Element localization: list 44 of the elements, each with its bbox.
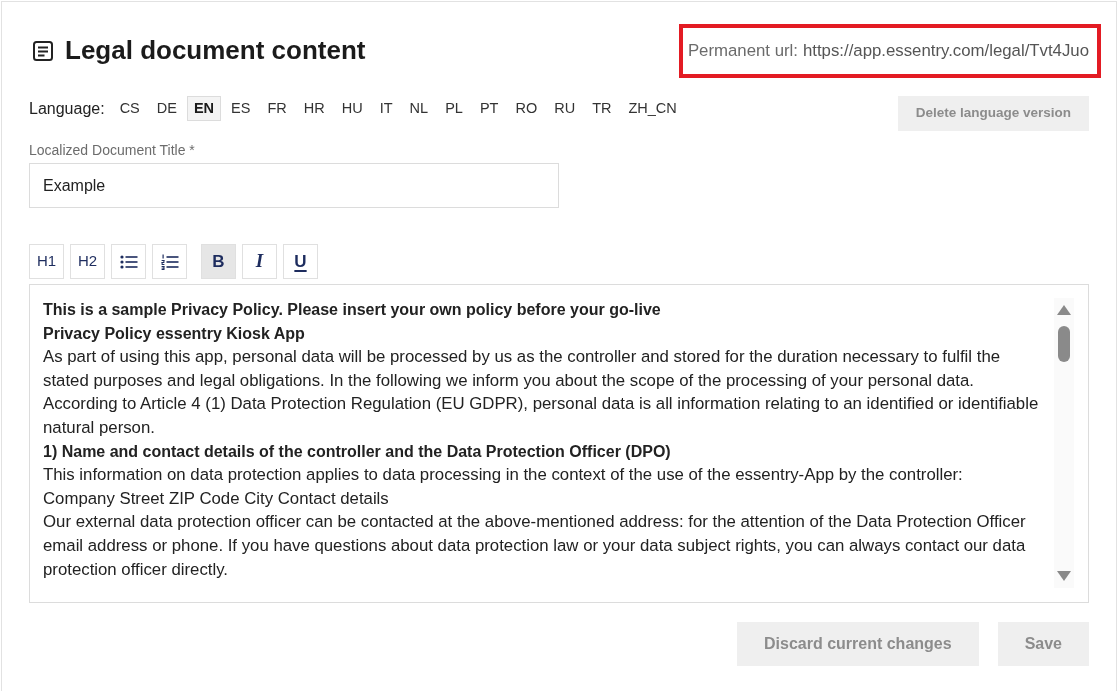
policy-paragraph: Our external data protection officer can be contacted at the above-mentioned address: for the attention of the Data Protection Officer email address or phone. If you have questions about data protection law or your data subject rights, you can always contact our data protection officer directly. bbox=[43, 511, 1027, 581]
language-tab[interactable]: CS bbox=[112, 96, 147, 121]
language-tab[interactable]: FR bbox=[260, 96, 294, 121]
scroll-down-icon[interactable] bbox=[1057, 571, 1071, 581]
heading-button[interactable]: H1 bbox=[29, 244, 64, 279]
page-title: Legal document content bbox=[65, 35, 366, 67]
numbered-list-button[interactable] bbox=[152, 244, 187, 279]
heading-button[interactable]: H2 bbox=[70, 244, 105, 279]
permanent-url: https://app.essentry.com/legal/Tvt4Juo bbox=[802, 40, 1089, 63]
language-tab[interactable]: PT bbox=[472, 96, 506, 121]
scrollbar-thumb[interactable] bbox=[1058, 326, 1070, 362]
field-label: Localized Document Title * bbox=[29, 141, 195, 159]
italic-button[interactable]: I bbox=[242, 244, 277, 279]
policy-paragraph: According to Article 4 (1) Data Protection Regulation (EU GDPR), personal data is all information relating to an identified or identifiable natural person. bbox=[43, 393, 1040, 439]
language-tab[interactable]: DE bbox=[149, 96, 184, 121]
language-tab[interactable]: TR bbox=[585, 96, 619, 121]
bold-button[interactable]: B bbox=[201, 244, 236, 279]
policy-heading: 1) Name and contact details of the controller and the Data Protection Officer (DPO) bbox=[43, 441, 672, 462]
underline-button[interactable]: U bbox=[283, 244, 318, 279]
numbered-list-icon bbox=[160, 253, 179, 270]
bullet-list-icon bbox=[119, 253, 138, 270]
language-tab[interactable]: RO bbox=[508, 96, 545, 121]
policy-paragraph: This information on data protection applies to data processing in the context of the use of the essentry-App by the controller: bbox=[43, 464, 964, 487]
scroll-up-icon[interactable] bbox=[1057, 305, 1071, 315]
language-tab[interactable]: ES bbox=[224, 96, 258, 121]
language-tab[interactable]: ZH_CN bbox=[621, 96, 684, 121]
language-label: Language: bbox=[29, 98, 105, 119]
text-editor[interactable] bbox=[29, 284, 1089, 603]
language-tab[interactable]: RU bbox=[547, 96, 583, 121]
title-input[interactable]: Example bbox=[29, 163, 559, 208]
language-tab[interactable]: HU bbox=[334, 96, 370, 121]
permanent-url-label: Permanent url: bbox=[687, 40, 798, 63]
policy-heading: This is a sample Privacy Policy. Please insert your own policy before your go-live bbox=[43, 300, 662, 320]
document-icon bbox=[33, 41, 53, 61]
scrollbar-track[interactable] bbox=[1054, 298, 1074, 588]
language-tab[interactable]: PL bbox=[438, 96, 470, 121]
language-tab[interactable]: EN bbox=[186, 96, 222, 121]
bullet-list-button[interactable] bbox=[111, 244, 146, 279]
policy-heading: Privacy Policy essentry Kiosk App bbox=[43, 323, 306, 344]
language-tab[interactable]: HR bbox=[296, 96, 332, 121]
policy-paragraph: As part of using this app, personal data will be processed by us as the controller and stored for the duration necessary to fulfil the stated purposes and legal obligations. In the following we inform you about the scope of the processing of your personal data. bbox=[43, 346, 1002, 392]
language-tab[interactable]: NL bbox=[402, 96, 436, 121]
language-tab[interactable]: IT bbox=[372, 96, 400, 121]
policy-paragraph: Company Street ZIP Code City Contact details bbox=[43, 487, 390, 510]
